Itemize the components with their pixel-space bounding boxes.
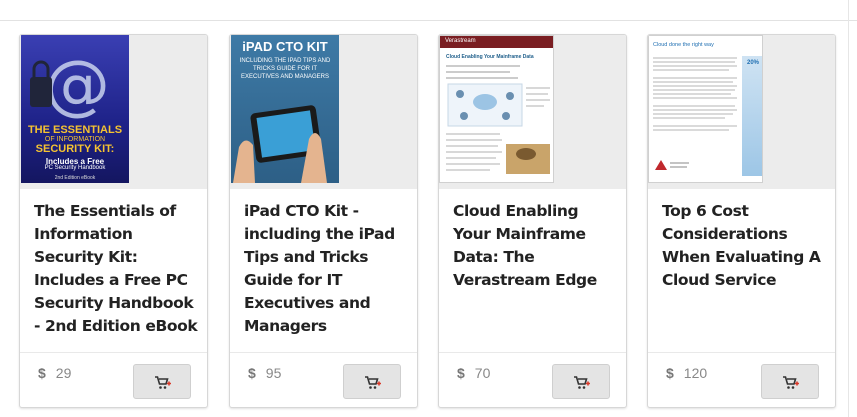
text-lines-icon (653, 57, 737, 170)
currency-symbol: $ (248, 365, 256, 381)
price: $95 (248, 365, 281, 381)
price: $70 (457, 365, 490, 381)
currency-symbol: $ (457, 365, 465, 381)
product-cover-image[interactable]: @ THE ESSENTIALS OF INFORMATION SECURITY… (21, 35, 129, 183)
cover-area: iPAD CTO KIT INCLUDING THE IPAD TIPS AND… (230, 35, 417, 189)
cover-subtitle-2: PC Security Handbook (44, 165, 106, 171)
top-divider (0, 20, 857, 21)
cover-title-2: OF INFORMATION (44, 136, 106, 143)
product-card[interactable]: Verastream Cloud Enabling Your Mainframe… (438, 34, 627, 408)
product-title[interactable]: Top 6 Cost Considerations When Evaluatin… (662, 200, 828, 292)
price-value: 120 (683, 365, 708, 381)
shopping-cart-icon (574, 376, 590, 389)
cover-area: Cloud done the right way 20% (648, 35, 835, 189)
cover-edition: 2nd Edition eBook (54, 175, 96, 181)
shopping-cart-icon (365, 376, 381, 389)
product-cover-image[interactable]: Verastream Cloud Enabling Your Mainframe… (439, 35, 554, 183)
card-footer: $95 (230, 352, 417, 407)
cover-area: @ THE ESSENTIALS OF INFORMATION SECURITY… (20, 35, 207, 189)
price-value: 95 (265, 365, 282, 381)
shopping-cart-icon (783, 376, 799, 389)
price: $120 (666, 365, 707, 381)
card-footer: $120 (648, 352, 835, 407)
svg-text:@: @ (44, 46, 110, 123)
price: $29 (38, 365, 71, 381)
product-title[interactable]: Cloud Enabling Your Mainframe Data: The … (453, 200, 619, 292)
product-card[interactable]: Cloud done the right way 20% Top 6 Cost (647, 34, 836, 408)
add-to-cart-button[interactable] (761, 364, 819, 399)
cover-title-1: THE ESSENTIALS (27, 124, 123, 136)
cover-title-3: SECURITY KIT: (35, 143, 115, 155)
product-cover-image[interactable]: Cloud done the right way 20% (648, 35, 763, 183)
card-footer: $29 (20, 352, 207, 407)
product-card[interactable]: @ THE ESSENTIALS OF INFORMATION SECURITY… (19, 34, 208, 408)
add-to-cart-button[interactable] (552, 364, 610, 399)
price-value: 29 (55, 365, 72, 381)
shopping-cart-icon (155, 376, 171, 389)
product-card[interactable]: iPAD CTO KIT INCLUDING THE IPAD TIPS AND… (229, 34, 418, 408)
currency-symbol: $ (666, 365, 674, 381)
add-to-cart-button[interactable] (343, 364, 401, 399)
add-to-cart-button[interactable] (133, 364, 191, 399)
price-value: 70 (474, 365, 491, 381)
product-cover-image[interactable]: iPAD CTO KIT INCLUDING THE IPAD TIPS AND… (231, 35, 339, 183)
card-footer: $70 (439, 352, 626, 407)
currency-symbol: $ (38, 365, 46, 381)
right-divider (848, 0, 849, 417)
tablet-hands-icon (233, 105, 327, 183)
cover-area: Verastream Cloud Enabling Your Mainframe… (439, 35, 626, 189)
product-title[interactable]: The Essentials of Information Security K… (34, 200, 200, 338)
network-diagram-icon (446, 65, 550, 174)
product-title[interactable]: iPad CTO Kit - including the iPad Tips a… (244, 200, 410, 338)
